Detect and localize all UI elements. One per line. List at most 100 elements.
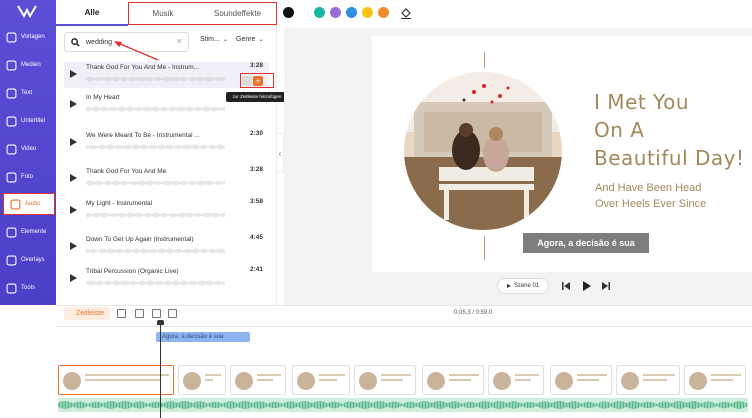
- waveform: [86, 144, 225, 150]
- play-icon[interactable]: [70, 274, 77, 282]
- sidebar-item-tools[interactable]: Tools: [0, 277, 56, 299]
- couple-photo[interactable]: [404, 72, 562, 230]
- fill-bucket-icon[interactable]: [400, 7, 412, 19]
- sidebar-item-audio[interactable]: Audio: [3, 193, 55, 215]
- track-item[interactable]: Thank God For You And Me 3:28: [64, 166, 269, 192]
- scene-thumbnail[interactable]: [292, 365, 350, 395]
- split-icon[interactable]: [135, 309, 144, 318]
- track-duration: 3:28: [249, 62, 263, 69]
- track-item[interactable]: Down To Get Up Again (Instrumental) 4:45: [64, 234, 269, 260]
- sidebar-item-text[interactable]: Text: [0, 82, 56, 104]
- sidebar-item-label: Foto: [21, 174, 34, 180]
- elements-icon: [6, 227, 17, 237]
- scene-thumbnail[interactable]: [58, 365, 174, 395]
- scene-thumbnail[interactable]: [354, 365, 416, 395]
- color-swatch[interactable]: [314, 7, 325, 18]
- sidebar-item-label: Video: [21, 146, 37, 152]
- color-swatch[interactable]: [378, 7, 389, 18]
- waveform: [86, 248, 225, 254]
- track-title: In My Heart: [86, 94, 120, 101]
- scene-selector[interactable]: Szene 01: [497, 278, 549, 294]
- video-icon: [6, 144, 17, 154]
- scene-thumbnail[interactable]: [178, 365, 226, 395]
- scene-thumbnail[interactable]: [488, 365, 544, 395]
- waveform: [86, 180, 225, 186]
- track-item[interactable]: We Were Meant To Be - Instrumental ... 2:…: [64, 130, 269, 156]
- tab-all[interactable]: Alle: [56, 0, 128, 26]
- skip-forward-icon[interactable]: [601, 281, 611, 291]
- sidebar-item-label: Medien: [21, 62, 41, 68]
- subheading-line-2[interactable]: Over Heels Ever Since: [595, 198, 706, 210]
- genre-filter-dropdown[interactable]: Genre ⌄: [236, 36, 264, 43]
- color-swatch[interactable]: [362, 7, 373, 18]
- scene-thumbnail[interactable]: [684, 365, 746, 395]
- voice-filter-label: Stim...: [200, 36, 220, 43]
- sidebar-item-untertitel[interactable]: Untertitel: [0, 110, 56, 132]
- search-value: wedding: [86, 38, 113, 46]
- sidebar-item-label: Text: [21, 90, 33, 96]
- track-item[interactable]: Tribal Percussion (Organic Live) 2:41: [64, 266, 269, 292]
- genre-filter-label: Genre: [236, 36, 256, 43]
- sidebar-item-vorlagen[interactable]: Vorlagen: [0, 26, 56, 48]
- skip-back-icon[interactable]: [561, 281, 571, 291]
- scene-thumbnail[interactable]: [422, 365, 484, 395]
- sidebar-item-elemente[interactable]: Elemente: [0, 221, 56, 243]
- scene-label: Szene 01: [513, 283, 540, 289]
- sidebar-item-medien[interactable]: Medien: [0, 54, 56, 76]
- search-icon: [71, 37, 80, 47]
- sidebar-item-foto[interactable]: Foto: [0, 166, 56, 188]
- play-icon[interactable]: [70, 174, 77, 182]
- play-icon[interactable]: [70, 242, 77, 250]
- sidebar-item-label: Vorlagen: [21, 34, 45, 40]
- audio-waveform: [57, 401, 747, 409]
- sidebar-item-video[interactable]: Video: [0, 138, 56, 160]
- play-icon[interactable]: [70, 100, 77, 108]
- audio-track[interactable]: [57, 398, 748, 412]
- waveform: [86, 212, 225, 218]
- chevron-down-icon: ⌄: [222, 37, 228, 43]
- chevron-down-icon: ⌄: [258, 37, 264, 43]
- sidebar-item-label: Overlays: [21, 257, 45, 263]
- divider-line: [484, 236, 485, 260]
- scene-track[interactable]: [58, 365, 748, 395]
- color-swatch[interactable]: [346, 7, 357, 18]
- timeline-time: 0:05.3 / 0:59.0: [454, 310, 493, 316]
- subheading-line-1[interactable]: And Have Been Head: [595, 182, 701, 194]
- media-icon: [6, 60, 17, 70]
- collapse-panel-button[interactable]: ‹: [276, 133, 284, 173]
- photo-icon: [6, 172, 17, 182]
- track-duration: 3:58: [249, 198, 263, 205]
- color-swatch[interactable]: [330, 7, 341, 18]
- heading-line-2[interactable]: On A: [594, 118, 644, 142]
- add-icon[interactable]: [117, 309, 126, 318]
- subtitle-icon: [6, 116, 17, 126]
- text-clip[interactable]: Agora, a decisão é sua: [156, 332, 250, 342]
- sidebar-item-overlays[interactable]: Overlays: [0, 249, 56, 271]
- voice-filter-dropdown[interactable]: Stim... ⌄: [200, 36, 228, 43]
- track-item[interactable]: My Light - Instrumental 3:58: [64, 198, 269, 224]
- color-swatch[interactable]: [283, 7, 294, 18]
- audio-icon: [10, 199, 21, 209]
- overlays-icon: [6, 255, 17, 265]
- play-icon[interactable]: [581, 281, 591, 291]
- play-icon[interactable]: [70, 138, 77, 146]
- copy-icon[interactable]: [152, 309, 161, 318]
- tooltip: zur Zeitleiste hinzufügen: [226, 92, 288, 102]
- play-icon[interactable]: [70, 70, 77, 78]
- timeline-label[interactable]: Zeitleiste: [64, 307, 110, 320]
- heading-line-3[interactable]: Beautiful Day!: [594, 146, 745, 170]
- waveform: [86, 106, 225, 112]
- clear-icon[interactable]: ×: [177, 36, 182, 46]
- caption-text[interactable]: Agora, a decisão é sua: [523, 233, 649, 253]
- sidebar-item-label: Audio: [25, 201, 41, 207]
- audio-panel: Alle Musik Soundeffekte wedding × Stim..…: [56, 0, 277, 305]
- scene-thumbnail[interactable]: [550, 365, 612, 395]
- scene-thumbnail[interactable]: [230, 365, 286, 395]
- playhead[interactable]: [160, 322, 161, 418]
- trash-icon[interactable]: [168, 309, 177, 318]
- track-title: Thank God For You And Me - Instrum...: [86, 64, 200, 71]
- scene-thumbnail[interactable]: [616, 365, 680, 395]
- track-item[interactable]: Thank God For You And Me - Instrum... 3:2…: [64, 62, 269, 88]
- play-icon[interactable]: [70, 206, 77, 214]
- heading-line-1[interactable]: I Met You: [594, 90, 689, 114]
